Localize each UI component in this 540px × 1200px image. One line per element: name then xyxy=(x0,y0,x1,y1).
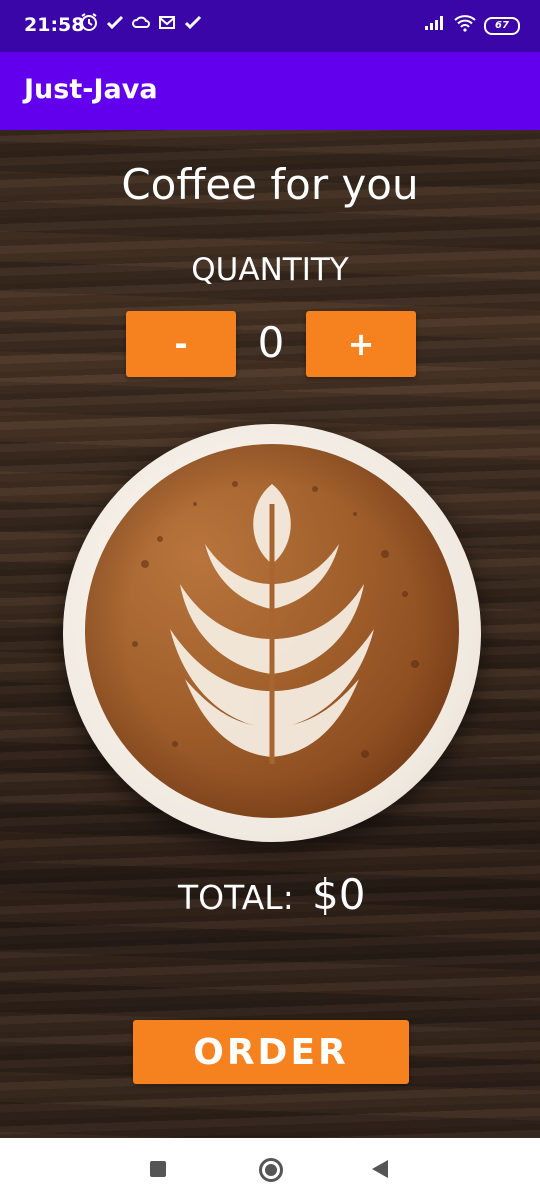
latte-art xyxy=(85,444,459,818)
increment-button[interactable]: + xyxy=(306,311,416,377)
order-button[interactable]: ORDER xyxy=(133,1020,409,1084)
mail-icon xyxy=(158,12,176,37)
wifi-icon xyxy=(454,14,476,37)
status-time: 21:58 xyxy=(24,14,85,36)
app-bar: Just-Java xyxy=(0,52,540,130)
decrement-button[interactable]: - xyxy=(126,311,236,377)
quantity-label: QUANTITY xyxy=(191,252,349,288)
signal-icon xyxy=(424,15,446,36)
status-icons-left xyxy=(80,12,202,37)
total-label: TOTAL: xyxy=(178,878,294,917)
quantity-value: 0 xyxy=(257,318,285,367)
recents-icon[interactable] xyxy=(150,1161,166,1177)
check-icon xyxy=(106,12,124,37)
app-title: Just-Java xyxy=(24,74,158,105)
navigation-bar xyxy=(0,1138,540,1200)
headline: Coffee for you xyxy=(121,160,419,209)
coffee-cup-image xyxy=(63,424,481,842)
total-value: $0 xyxy=(312,870,366,919)
back-icon[interactable] xyxy=(372,1160,388,1178)
status-bar: 21:58 67 xyxy=(0,0,540,52)
status-icons-right: 67 xyxy=(424,14,520,37)
check-icon xyxy=(184,12,202,37)
battery-icon: 67 xyxy=(484,16,520,35)
home-icon[interactable] xyxy=(259,1158,283,1182)
alarm-icon xyxy=(80,12,98,37)
main-content: Coffee for you QUANTITY - 0 + TOTAL: $0 … xyxy=(0,130,540,1138)
cloud-icon xyxy=(132,12,150,37)
